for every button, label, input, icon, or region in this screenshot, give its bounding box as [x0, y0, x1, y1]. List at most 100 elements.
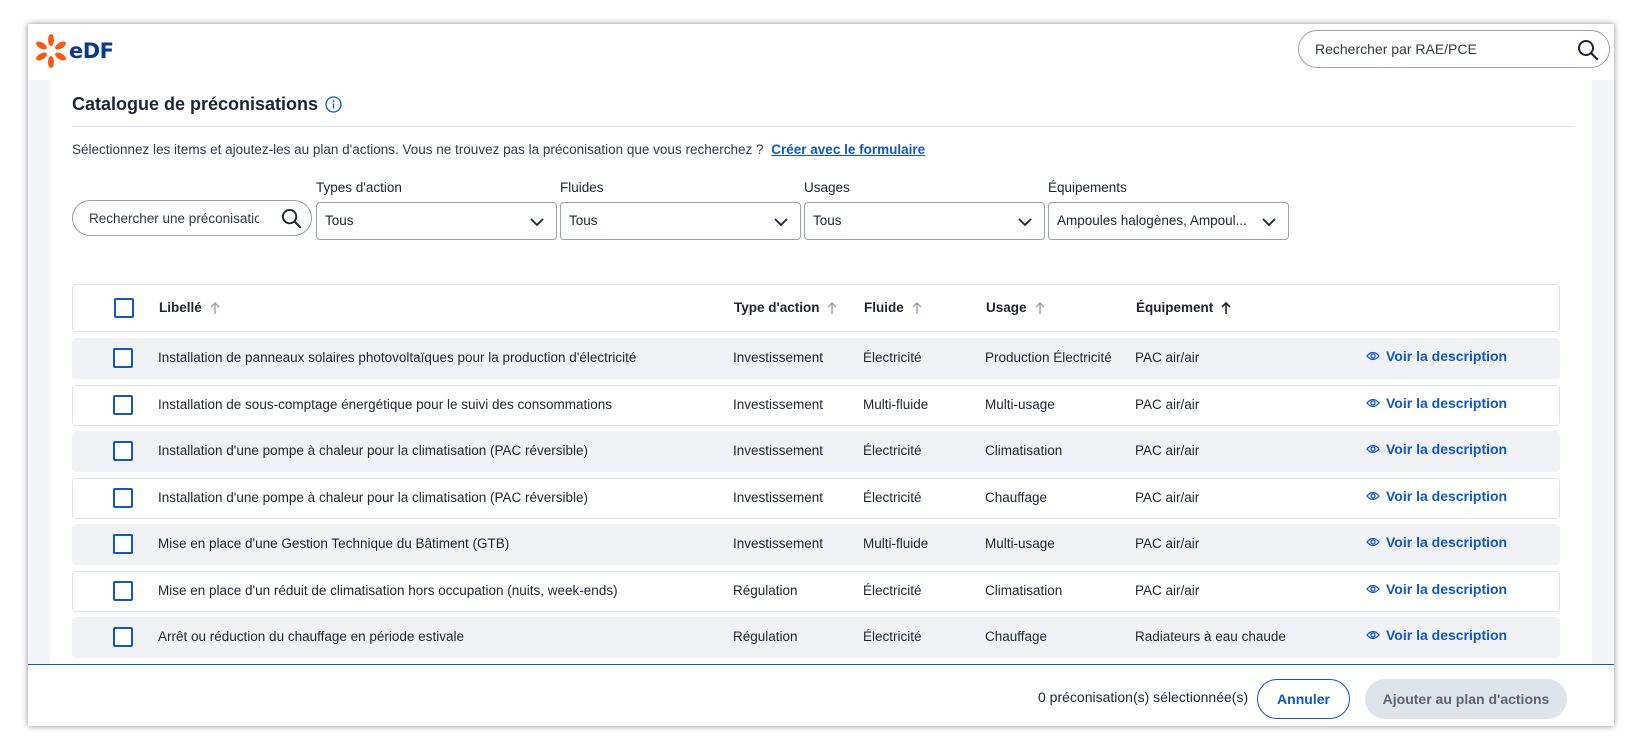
row-action-type: Investissement [733, 397, 824, 412]
selected-count: 0 préconisation(s) sélectionnée(s) [1038, 689, 1249, 705]
filter-usages-label: Usages [804, 180, 850, 195]
eye-icon [1366, 351, 1380, 361]
action-types-value: Tous [325, 213, 354, 228]
filter-action-types-label: Types d'action [316, 180, 402, 195]
row-usage: Chauffage [985, 629, 1048, 644]
column-header-action-type[interactable]: Type d'action [734, 300, 837, 315]
rae-pce-search [1298, 30, 1610, 68]
view-description-text: Voir la description [1386, 488, 1508, 504]
row-equipment: PAC air/air [1135, 536, 1200, 551]
row-label: Installation de panneaux solaires photov… [158, 350, 637, 365]
edf-logo[interactable]: eDF [34, 33, 114, 69]
view-description-text: Voir la description [1386, 627, 1508, 643]
row-equipment: PAC air/air [1135, 350, 1200, 365]
row-checkbox[interactable] [113, 534, 133, 554]
rae-pce-search-input[interactable] [1315, 41, 1565, 57]
eye-icon [1366, 584, 1380, 594]
title-divider [72, 126, 1574, 127]
filter-usages: Usages Tous [804, 180, 1045, 240]
row-equipment: PAC air/air [1135, 583, 1200, 598]
column-header-usage[interactable]: Usage [986, 300, 1045, 315]
select-all-checkbox[interactable] [114, 298, 134, 318]
view-description-link[interactable]: Voir la description [1366, 488, 1507, 504]
equipments-select[interactable]: Ampoules halogènes, Ampoul... [1048, 202, 1289, 240]
table-row[interactable]: Installation de panneaux solaires photov… [72, 338, 1560, 379]
add-to-action-plan-button[interactable]: Ajouter au plan d'actions [1365, 679, 1567, 719]
eye-icon [1366, 444, 1380, 454]
row-checkbox[interactable] [113, 581, 133, 601]
row-checkbox[interactable] [113, 348, 133, 368]
table-row[interactable]: Mise en place d'un réduit de climatisati… [72, 571, 1560, 612]
chevron-down-icon [530, 215, 544, 230]
filter-equipments-label: Équipements [1048, 180, 1127, 195]
row-fluid: Électricité [863, 583, 922, 598]
row-equipment: PAC air/air [1135, 397, 1200, 412]
edf-sun-icon [36, 34, 66, 68]
row-fluid: Électricité [863, 443, 922, 458]
row-fluid: Multi-fluide [863, 397, 929, 412]
column-header-equipment[interactable]: Équipement [1136, 300, 1231, 315]
catalog-title: Catalogue de préconisations [72, 94, 319, 114]
create-with-form-link[interactable]: Créer avec le formulaire [771, 142, 925, 157]
row-checkbox[interactable] [113, 627, 133, 647]
view-description-link[interactable]: Voir la description [1366, 441, 1507, 457]
table-header: Libellé Type d'action Fluide Usage Équip… [72, 284, 1560, 332]
view-description-text: Voir la description [1386, 534, 1508, 550]
view-description-link[interactable]: Voir la description [1366, 581, 1507, 597]
action-types-select[interactable]: Tous [316, 202, 557, 240]
info-icon[interactable] [325, 96, 342, 113]
intro-sentence: Sélectionnez les items et ajoutez-les au… [72, 142, 764, 157]
row-action-type: Investissement [733, 443, 824, 458]
chevron-down-icon [1262, 215, 1276, 230]
action-footer: 0 préconisation(s) sélectionnée(s) Annul… [28, 664, 1614, 726]
row-action-type: Régulation [733, 583, 798, 598]
row-usage: Multi-usage [985, 397, 1055, 412]
fluids-select[interactable]: Tous [560, 202, 801, 240]
recommendation-search-input[interactable] [89, 210, 259, 226]
view-description-link[interactable]: Voir la description [1366, 627, 1507, 643]
usages-select[interactable]: Tous [804, 202, 1045, 240]
row-equipment: PAC air/air [1135, 443, 1200, 458]
row-label: Arrêt ou réduction du chauffage en pério… [158, 629, 464, 644]
row-fluid: Multi-fluide [863, 536, 929, 551]
row-equipment: Radiateurs à eau chaude [1135, 629, 1286, 644]
column-header-label-text: Libellé [159, 300, 202, 315]
view-description-text: Voir la description [1386, 348, 1508, 364]
sort-arrow-icon [827, 301, 837, 315]
row-checkbox[interactable] [113, 395, 133, 415]
recommendation-search [72, 200, 312, 236]
sort-arrow-icon-active [1221, 301, 1231, 315]
column-header-action-type-text: Type d'action [734, 300, 820, 315]
top-bar: eDF [28, 24, 1614, 80]
row-usage: Climatisation [985, 443, 1063, 458]
table-row[interactable]: Installation d'une pompe à chaleur pour … [72, 478, 1560, 519]
row-action-type: Investissement [733, 490, 824, 505]
column-header-fluid[interactable]: Fluide [864, 300, 922, 315]
catalog-panel: Catalogue de préconisations Sélectionnez… [50, 80, 1592, 680]
column-header-label[interactable]: Libellé [159, 300, 220, 315]
row-label: Installation d'une pompe à chaleur pour … [158, 443, 589, 458]
eye-icon [1366, 491, 1380, 501]
row-usage: Production Électricité [985, 350, 1112, 365]
row-checkbox[interactable] [113, 488, 133, 508]
view-description-link[interactable]: Voir la description [1366, 534, 1507, 550]
row-fluid: Électricité [863, 350, 922, 365]
cancel-button[interactable]: Annuler [1257, 679, 1350, 719]
table-row[interactable]: Installation de sous-comptage énergétiqu… [72, 385, 1560, 426]
row-label: Installation de sous-comptage énergétiqu… [158, 397, 613, 412]
column-header-usage-text: Usage [986, 300, 1027, 315]
chevron-down-icon [1018, 215, 1032, 230]
chevron-down-icon [774, 215, 788, 230]
table-row[interactable]: Installation d'une pompe à chaleur pour … [72, 431, 1560, 472]
table-row[interactable]: Arrêt ou réduction du chauffage en pério… [72, 617, 1560, 658]
row-checkbox[interactable] [113, 441, 133, 461]
search-icon[interactable] [281, 208, 302, 234]
search-icon[interactable] [1577, 39, 1599, 66]
table-row[interactable]: Mise en place d'une Gestion Technique du… [72, 524, 1560, 565]
sort-arrow-icon [912, 301, 922, 315]
view-description-link[interactable]: Voir la description [1366, 348, 1507, 364]
filter-fluids-label: Fluides [560, 180, 604, 195]
view-description-link[interactable]: Voir la description [1366, 395, 1507, 411]
equipments-value: Ampoules halogènes, Ampoul... [1057, 213, 1247, 228]
column-header-fluid-text: Fluide [864, 300, 904, 315]
